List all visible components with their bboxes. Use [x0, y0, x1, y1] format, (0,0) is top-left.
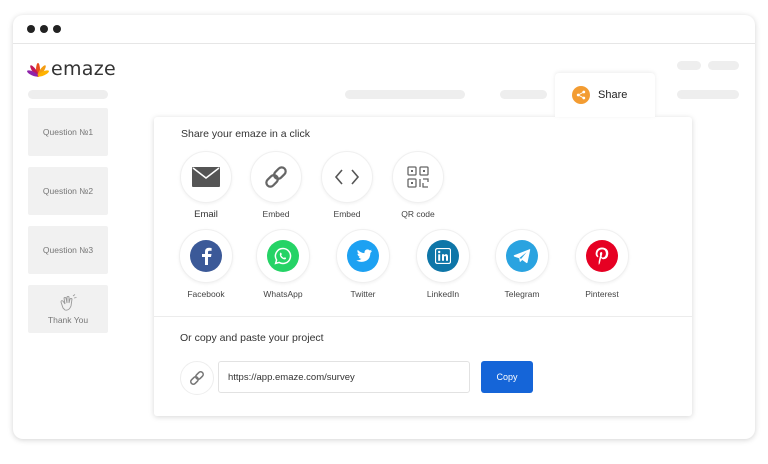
pinterest-option[interactable]: Pinterest — [567, 229, 637, 299]
sidebar-item-label: Question №2 — [42, 186, 94, 196]
qr-code-option-circle — [392, 151, 444, 203]
embed-link-option-label: Embed — [262, 209, 290, 219]
embed-code-option-label: Embed — [333, 209, 361, 219]
sidebar-item-question-3[interactable]: Question №3 — [28, 226, 108, 274]
placeholder-bar — [677, 90, 739, 99]
facebook-option[interactable]: Facebook — [171, 229, 241, 299]
code-icon — [334, 169, 360, 185]
twitter-icon — [347, 240, 379, 272]
twitter-option-label: Twitter — [350, 289, 376, 299]
linkedin-option-circle — [416, 229, 470, 283]
telegram-option-label: Telegram — [504, 289, 540, 299]
facebook-option-label: Facebook — [187, 289, 225, 299]
placeholder-bar — [500, 90, 547, 99]
link-icon — [265, 166, 287, 188]
copy-section-title: Or copy and paste your project — [180, 332, 324, 344]
telegram-option-circle — [495, 229, 549, 283]
sidebar-item-label: Question №3 — [42, 245, 94, 255]
email-option-circle — [180, 151, 232, 203]
window-dot-icon[interactable] — [27, 25, 35, 33]
whatsapp-option-circle — [256, 229, 310, 283]
qr-code-icon — [407, 166, 429, 188]
linkedin-icon — [427, 240, 459, 272]
embed-link-option[interactable]: Embed — [241, 151, 311, 219]
brand-name: emaze — [51, 58, 117, 80]
copy-link-button[interactable] — [180, 361, 214, 395]
placeholder-bar — [28, 90, 108, 99]
sidebar-item-label: Thank You — [47, 314, 89, 325]
email-option-label: Email — [194, 209, 218, 220]
project-url-input[interactable] — [218, 361, 470, 393]
pinterest-icon — [586, 240, 618, 272]
pinterest-option-circle — [575, 229, 629, 283]
facebook-icon — [190, 240, 222, 272]
sidebar-item-question-2[interactable]: Question №2 — [28, 167, 108, 215]
linkedin-option[interactable]: LinkedIn — [408, 229, 478, 299]
app-window: emaze Share Question №1 Question №2 Ques… — [13, 15, 755, 439]
sidebar-item-question-1[interactable]: Question №1 — [28, 108, 108, 156]
qr-code-option-label: QR code — [401, 209, 435, 219]
link-icon — [190, 371, 204, 385]
facebook-option-circle — [179, 229, 233, 283]
copy-button[interactable]: Copy — [481, 361, 533, 393]
share-panel-title: Share your emaze in a click — [181, 128, 310, 140]
window-titlebar — [13, 15, 755, 44]
panel-divider — [154, 316, 692, 317]
embed-link-option-circle — [250, 151, 302, 203]
emaze-flower-icon — [27, 63, 49, 77]
share-tab-label: Share — [598, 89, 628, 101]
pinterest-option-label: Pinterest — [585, 289, 619, 299]
linkedin-option-label: LinkedIn — [426, 289, 460, 299]
sidebar-item-thank-you[interactable]: Thank You — [28, 285, 108, 333]
share-panel: Share your emaze in a click Email Embed … — [154, 117, 692, 416]
placeholder-bar — [677, 61, 701, 70]
sidebar-item-label: Question №1 — [42, 127, 94, 137]
clapping-hands-icon — [60, 293, 77, 311]
emaze-logo[interactable]: emaze — [27, 57, 116, 81]
email-option[interactable]: Email — [171, 151, 241, 220]
embed-code-option[interactable]: Embed — [312, 151, 382, 219]
telegram-option[interactable]: Telegram — [487, 229, 557, 299]
telegram-icon — [506, 240, 538, 272]
window-dot-icon[interactable] — [40, 25, 48, 33]
envelope-icon — [192, 167, 220, 187]
whatsapp-option-label: WhatsApp — [263, 289, 303, 299]
share-tab[interactable]: Share — [555, 73, 655, 117]
placeholder-bar — [708, 61, 739, 70]
whatsapp-icon — [267, 240, 299, 272]
window-dot-icon[interactable] — [53, 25, 61, 33]
twitter-option-circle — [336, 229, 390, 283]
qr-code-option[interactable]: QR code — [383, 151, 453, 219]
whatsapp-option[interactable]: WhatsApp — [248, 229, 318, 299]
share-icon — [572, 86, 590, 104]
twitter-option[interactable]: Twitter — [328, 229, 398, 299]
embed-code-option-circle — [321, 151, 373, 203]
placeholder-bar — [345, 90, 465, 99]
